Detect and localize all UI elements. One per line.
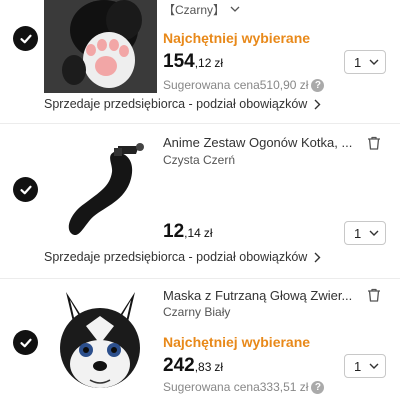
suggested-price: Sugerowana cena333,51 zł ? xyxy=(163,380,325,394)
question-icon[interactable]: ? xyxy=(311,78,325,92)
quantity-value: 1 xyxy=(354,358,362,374)
paw-glove-image xyxy=(44,0,157,93)
variant-selector[interactable]: Czarny Biały xyxy=(163,305,230,319)
trash-icon[interactable] xyxy=(366,287,382,303)
variant-label: 【Czarny】 xyxy=(163,3,226,17)
popular-badge: Najchętniej wybierane xyxy=(163,334,311,350)
chevron-down-icon xyxy=(369,363,379,369)
price: 242,83 zł xyxy=(163,355,223,377)
chevron-down-icon xyxy=(230,6,240,12)
variant-label: Czarny Biały xyxy=(163,305,231,319)
price-integer: 12 xyxy=(163,221,185,242)
price-integer: 242 xyxy=(163,355,195,376)
suggested-price-text: Sugerowana cena333,51 zł xyxy=(163,380,309,394)
price-currency: zł xyxy=(203,226,213,240)
fursuit-head-image xyxy=(44,286,157,400)
price-decimal: ,14 xyxy=(184,226,201,240)
price: 12,14 zł xyxy=(163,221,213,243)
select-checkbox[interactable] xyxy=(13,26,38,51)
check-icon xyxy=(19,34,32,43)
cart-item-1: 【Czarny】 Najchętniej wybierane 154,12 zł … xyxy=(0,0,400,125)
chevron-right-icon xyxy=(314,99,321,109)
product-image[interactable] xyxy=(44,134,157,246)
cart-item-3: Maska z Futrzaną Głową Zwier... Czarny B… xyxy=(0,279,400,400)
seller-info-link[interactable]: Sprzedaje przedsiębiorca - podział obowi… xyxy=(44,250,321,264)
chevron-right-icon xyxy=(314,252,321,262)
price-integer: 154 xyxy=(163,51,195,72)
product-image[interactable] xyxy=(44,0,157,93)
price-currency: zł xyxy=(214,56,224,70)
check-icon xyxy=(19,338,32,347)
check-icon xyxy=(19,185,32,194)
select-checkbox[interactable] xyxy=(13,177,38,202)
quantity-select[interactable]: 1 xyxy=(344,221,386,245)
trash-icon[interactable] xyxy=(366,135,382,151)
suggested-price: Sugerowana cena510,90 zł ? xyxy=(163,78,325,92)
variant-selector[interactable]: 【Czarny】 xyxy=(163,1,240,18)
quantity-select[interactable]: 1 xyxy=(344,50,386,74)
price: 154,12 zł xyxy=(163,51,223,73)
popular-badge: Najchętniej wybierane xyxy=(163,30,311,46)
variant-label: Czysta Czerń xyxy=(163,153,236,167)
product-title[interactable]: Anime Zestaw Ogonów Kotka, ... xyxy=(163,135,363,150)
price-decimal: ,12 xyxy=(194,56,212,70)
quantity-value: 1 xyxy=(354,225,362,241)
price-decimal: ,83 xyxy=(194,360,212,374)
select-checkbox[interactable] xyxy=(13,330,38,355)
quantity-value: 1 xyxy=(354,54,362,70)
chevron-down-icon xyxy=(369,230,379,236)
product-image[interactable] xyxy=(44,286,157,400)
seller-info-link[interactable]: Sprzedaje przedsiębiorca - podział obowi… xyxy=(44,97,321,111)
variant-selector[interactable]: Czysta Czerń xyxy=(163,153,235,167)
cat-tail-image xyxy=(44,134,157,246)
chevron-down-icon xyxy=(369,59,379,65)
seller-info-text: Sprzedaje przedsiębiorca - podział obowi… xyxy=(44,97,308,111)
quantity-select[interactable]: 1 xyxy=(344,354,386,378)
product-title[interactable]: Maska z Futrzaną Głową Zwier... xyxy=(163,288,363,303)
cart-item-2: Anime Zestaw Ogonów Kotka, ... Czysta Cz… xyxy=(0,124,400,282)
suggested-price-text: Sugerowana cena510,90 zł xyxy=(163,78,309,92)
price-currency: zł xyxy=(214,360,224,374)
question-icon[interactable]: ? xyxy=(311,380,325,394)
seller-info-text: Sprzedaje przedsiębiorca - podział obowi… xyxy=(44,250,308,264)
